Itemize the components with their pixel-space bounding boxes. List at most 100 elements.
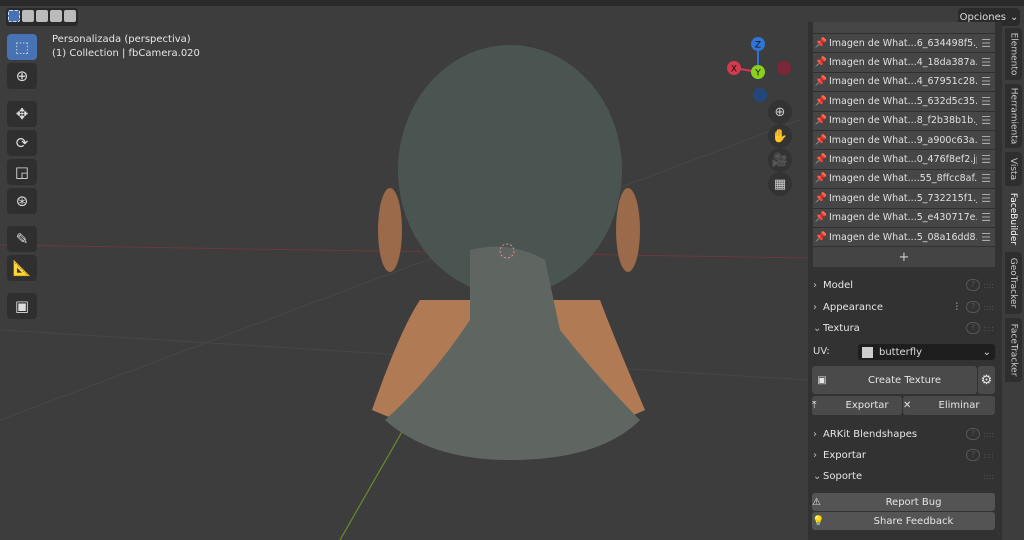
image-list-item[interactable]: 📌 Imagen de What...5_08a16dd8.jpg ☰ [813,227,995,248]
report-bug-button[interactable]: ⚠ Report Bug [812,493,995,511]
svg-text:Z: Z [755,41,761,51]
svg-text:X: X [731,65,737,75]
tab-facebuilder[interactable]: FaceBuilder [1005,190,1022,248]
close-icon: ✕ [903,400,912,411]
viewport-scene[interactable] [0,0,808,540]
image-list-item[interactable]: 📌 Imagen de What...6_634498f5.jpg ☰ [813,34,995,54]
drag-grip-icon[interactable]: :::: [983,451,995,460]
transform-tool[interactable]: ⊛ [7,188,37,214]
pin-icon[interactable]: 📌 [813,115,829,126]
select-invert-icon[interactable] [50,10,62,22]
section-model[interactable]: › Model?:::: [813,276,995,294]
pin-icon[interactable]: 📌 [813,193,829,204]
pin-icon[interactable]: 📌 [813,212,829,223]
add-cube-tool[interactable]: ▣ [7,293,37,319]
help-icon[interactable]: ? [966,279,980,291]
list-item-partial[interactable] [813,22,995,34]
select-subtract-icon[interactable] [36,10,48,22]
pan-hand-icon[interactable]: ✋ [768,124,792,148]
texture-settings-gear-icon[interactable]: ⚙ [978,366,995,394]
create-texture-button[interactable]: ▣ Create Texture [812,366,977,394]
tab-herramienta[interactable]: Herramienta [1005,84,1022,148]
image-name: Imagen de What....55_8ffcc8af.jpg [829,173,977,185]
image-list-item[interactable]: 📌 Imagen de What...5_632d5c35.jpg ☰ [813,92,995,112]
add-image-button[interactable]: + [813,247,995,268]
camera-view-icon[interactable]: 🎥 [768,148,792,172]
share-feedback-button[interactable]: 💡 Share Feedback [812,512,995,530]
zoom-icon[interactable]: ⊕ [768,100,792,124]
section-arkit[interactable]: › ARKit Blendshapes?:::: [813,425,995,443]
image-list[interactable]: 📌 Imagen de What...6_634498f5.jpg ☰ 📌 Imagen… [813,22,995,268]
scale-tool[interactable]: ◲ [7,159,37,185]
uv-dropdown[interactable]: butterfly ⌄ [858,344,995,360]
pin-icon[interactable]: 📌 [813,76,829,87]
image-list-item[interactable]: 📌 Imagen de What...5_732215f1.jpg ☰ [813,189,995,209]
pin-icon[interactable]: 📌 [813,154,829,165]
image-name: Imagen de What...5_732215f1.jpg [829,192,977,204]
help-icon[interactable]: ? [966,301,980,313]
annotate-tool[interactable]: ✎ [7,226,37,252]
section-label: Model [823,279,854,291]
help-icon[interactable]: ? [966,322,980,334]
tab-facetracker[interactable]: FaceTracker [1005,318,1022,382]
drag-grip-icon[interactable]: :::: [983,324,995,333]
image-name: Imagen de What...5_632d5c35.jpg [829,95,977,107]
image-list-item[interactable]: 📌 Imagen de What....55_8ffcc8af.jpg ☰ [813,169,995,190]
menu-icon[interactable]: ☰ [977,172,995,185]
section-exportar[interactable]: › Exportar?:::: [813,446,995,464]
menu-icon[interactable]: ☰ [977,95,995,108]
image-list-item[interactable]: 📌 Imagen de What...0_476f8ef2.jpg ☰ [813,150,995,170]
export-texture-button[interactable]: ⤒ Exportar [812,396,902,415]
drag-grip-icon[interactable]: :::: [983,281,995,290]
perspective-grid-icon[interactable]: ▦ [768,172,792,196]
section-appearance[interactable]: › Appearance ⫶?:::: [813,298,995,316]
menu-icon[interactable]: ☰ [977,134,995,147]
delete-texture-button[interactable]: ✕ Eliminar [903,396,995,415]
image-name: Imagen de What...5_e430717e.jpg [829,212,977,224]
image-name: Imagen de What...0_476f8ef2.jpg [829,154,977,166]
tab-geotracker[interactable]: GeoTracker [1005,252,1022,314]
sliders-icon[interactable]: ⫶ [956,302,959,313]
view-name: Personalizada (perspectiva) [52,34,191,45]
delete-label: Eliminar [938,400,980,411]
image-list-item[interactable]: 📌 Imagen de What...9_a900c63a.jpg ☰ [813,130,995,151]
select-intersect-icon[interactable] [64,10,76,22]
menu-icon[interactable]: ☰ [977,153,995,166]
image-list-item[interactable]: 📌 Imagen de What...4_67951c28.jpg ☰ [813,72,995,93]
help-icon[interactable]: ? [966,428,980,440]
cursor-tool[interactable]: ⊕ [7,63,37,89]
pin-icon[interactable]: 📌 [813,38,829,49]
tab-elemento[interactable]: Elemento [1005,28,1022,80]
image-list-item[interactable]: 📌 Imagen de What...8_f2b38b1b.jpg ☰ [813,111,995,131]
section-textura[interactable]: ⌄ Textura?:::: [813,319,995,337]
drag-grip-icon[interactable]: :::: [983,472,995,481]
menu-icon[interactable]: ☰ [977,231,995,244]
rotate-tool[interactable]: ⟳ [7,130,37,156]
select-new-icon[interactable] [8,10,20,22]
menu-icon[interactable]: ☰ [977,75,995,88]
select-extend-icon[interactable] [22,10,34,22]
pin-icon[interactable]: 📌 [813,135,829,146]
section-soporte[interactable]: ⌄ Soporte:::: [813,467,995,485]
image-list-item[interactable]: 📌 Imagen de What...4_18da387a.jpg ☰ [813,53,995,73]
pin-icon[interactable]: 📌 [813,173,829,184]
image-list-item[interactable]: 📌 Imagen de What...5_e430717e.jpg ☰ [813,208,995,228]
pin-icon[interactable]: 📌 [813,96,829,107]
drag-grip-icon[interactable]: :::: [983,303,995,312]
help-icon[interactable]: ? [966,449,980,461]
measure-tool[interactable]: 📐 [7,255,37,281]
select-box-tool[interactable]: ⬚ [7,34,37,60]
tab-vista[interactable]: Vista [1005,152,1022,186]
pin-icon[interactable]: 📌 [813,232,829,243]
drag-grip-icon[interactable]: :::: [983,430,995,439]
menu-icon[interactable]: ☰ [977,192,995,205]
pin-icon[interactable]: 📌 [813,57,829,68]
navigation-gizmo[interactable]: Z X Y [722,32,802,102]
menu-icon[interactable]: ☰ [977,114,995,127]
tool-shelf: ⬚ ⊕ ✥ ⟳ ◲ ⊛ ✎ 📐 ▣ [7,34,39,319]
menu-icon[interactable]: ☰ [977,56,995,69]
move-tool[interactable]: ✥ [7,101,37,127]
section-label: ARKit Blendshapes [823,428,918,440]
menu-icon[interactable]: ☰ [977,37,995,50]
menu-icon[interactable]: ☰ [977,211,995,224]
